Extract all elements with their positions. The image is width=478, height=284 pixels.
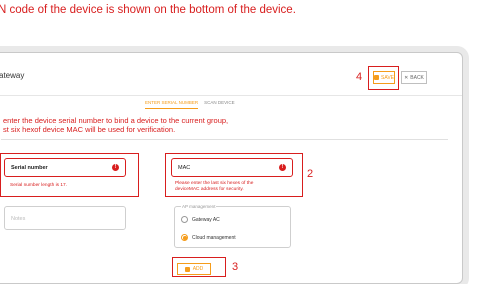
radio-cloud-management[interactable]: Cloud management bbox=[181, 234, 236, 241]
close-icon: ✕ bbox=[404, 74, 409, 81]
mac-error: Please enter the last six hexes of the d… bbox=[175, 181, 254, 192]
save-icon bbox=[374, 75, 380, 80]
tab-enter-serial-number[interactable]: ENTER SERIAL NUMBER bbox=[145, 100, 199, 109]
save-icon bbox=[184, 266, 190, 272]
instruction-banner: N code of the device is shown on the bot… bbox=[0, 4, 296, 16]
tab-bar: ENTER SERIAL NUMBER SCAN DEVICE bbox=[145, 100, 235, 109]
mac-label: MAC bbox=[178, 165, 191, 171]
error-icon: ! bbox=[279, 164, 286, 171]
serial-number-label: Serial number bbox=[11, 165, 48, 171]
section-divider bbox=[1, 139, 448, 140]
ap-management-legend: AP management bbox=[181, 204, 217, 209]
instruction-text: enter the device serial number to bind a… bbox=[3, 116, 229, 134]
callout-number-3: 3 bbox=[232, 261, 239, 273]
radio-checked-icon[interactable] bbox=[181, 234, 188, 241]
mac-field[interactable]: MAC ! bbox=[171, 158, 293, 177]
notes-field[interactable]: Notes bbox=[4, 206, 126, 230]
serial-number-field[interactable]: Serial number ! bbox=[4, 158, 126, 177]
header-divider bbox=[0, 95, 462, 96]
callout-number-2: 2 bbox=[307, 168, 314, 180]
tab-scan-device[interactable]: SCAN DEVICE bbox=[204, 100, 235, 109]
window-title: ateway bbox=[0, 71, 25, 80]
callout-number-4: 4 bbox=[356, 71, 363, 83]
radio-gateway-ac[interactable]: Gateway AC bbox=[181, 216, 220, 223]
error-icon: ! bbox=[112, 164, 119, 171]
serial-number-error: Serial number length is 17. bbox=[10, 183, 68, 188]
back-button[interactable]: ✕ BACK bbox=[401, 71, 427, 84]
save-button[interactable]: SAVE bbox=[373, 71, 395, 84]
notes-placeholder: Notes bbox=[11, 216, 26, 222]
ap-management-group: AP management Gateway AC Cloud managemen… bbox=[174, 204, 291, 248]
add-button[interactable]: ADD bbox=[177, 263, 211, 275]
radio-unchecked-icon[interactable] bbox=[181, 216, 188, 223]
